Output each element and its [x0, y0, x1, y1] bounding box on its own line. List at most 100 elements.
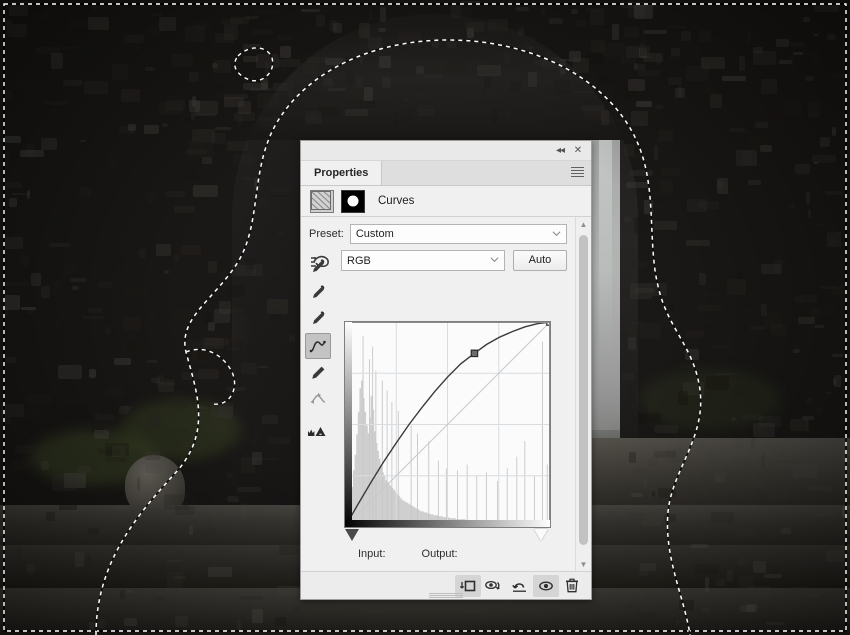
stone-texture-speckle	[252, 10, 275, 14]
stone-texture-speckle	[701, 56, 726, 69]
stone-texture-speckle	[699, 273, 706, 286]
stone-texture-speckle	[808, 486, 831, 491]
stone-texture-speckle	[748, 179, 762, 186]
collapse-panel-icon[interactable]: ◂◂	[553, 144, 567, 157]
stone-texture-speckle	[648, 458, 660, 466]
stone-texture-speckle	[157, 374, 165, 386]
stone-texture-speckle	[96, 618, 106, 629]
scroll-down-arrow-icon[interactable]: ▼	[576, 557, 591, 571]
stone-texture-speckle	[831, 73, 847, 80]
stone-texture-speckle	[802, 16, 811, 23]
toggle-layer-visibility-button[interactable]	[533, 574, 559, 597]
stone-texture-speckle	[286, 81, 293, 98]
stone-texture-speckle	[96, 485, 121, 497]
curves-graph[interactable]	[344, 321, 551, 528]
stone-texture-speckle	[794, 163, 811, 174]
stone-texture-speckle	[733, 438, 744, 448]
white-point-slider[interactable]	[534, 529, 548, 541]
panel-footer	[301, 571, 591, 599]
stone-texture-speckle	[26, 307, 34, 315]
close-icon[interactable]: ✕	[571, 144, 585, 157]
reset-adjustment-button[interactable]	[507, 575, 533, 597]
channel-select[interactable]: RGB	[341, 250, 505, 271]
adjustment-header: Curves	[301, 186, 591, 217]
auto-button[interactable]: Auto	[513, 250, 567, 271]
stone-texture-speckle	[825, 331, 838, 346]
stone-texture-speckle	[124, 35, 144, 44]
stone-texture-speckle	[755, 122, 768, 128]
panel-scrollbar[interactable]: ▲ ▼	[575, 217, 591, 571]
stone-texture-speckle	[95, 414, 116, 421]
scrollbar-thumb[interactable]	[579, 235, 588, 545]
stone-texture-speckle	[402, 98, 409, 102]
stone-texture-speckle	[273, 83, 287, 92]
stone-texture-speckle	[114, 357, 132, 365]
stone-texture-speckle	[174, 252, 179, 262]
stone-texture-speckle	[661, 167, 681, 176]
tab-properties[interactable]: Properties	[301, 161, 383, 185]
stone-texture-speckle	[788, 204, 795, 208]
stone-texture-speckle	[359, 55, 364, 64]
stone-texture-speckle	[678, 390, 689, 406]
eye-icon	[539, 581, 553, 590]
delete-adjustment-layer-button[interactable]	[559, 575, 585, 597]
panel-menu-icon[interactable]	[571, 167, 584, 178]
stone-texture-speckle	[345, 109, 369, 116]
stone-texture-speckle	[189, 72, 199, 83]
stone-texture-speckle	[9, 1, 29, 16]
stone-texture-speckle	[120, 88, 140, 103]
sample-gray-point-eyedropper[interactable]	[306, 281, 330, 305]
stone-texture-speckle	[667, 77, 682, 85]
stone-texture-speckle	[129, 509, 136, 521]
stone-texture-speckle	[59, 103, 70, 118]
curves-adjustment-thumbnail[interactable]	[310, 189, 334, 213]
stone-texture-speckle	[184, 116, 201, 123]
stone-texture-speckle	[207, 420, 227, 431]
stone-texture-speckle	[144, 125, 160, 135]
black-point-slider[interactable]	[345, 529, 359, 541]
stone-texture-speckle	[79, 187, 92, 197]
stone-texture-speckle	[654, 451, 676, 459]
stone-texture-speckle	[26, 394, 52, 404]
stone-texture-speckle	[48, 242, 70, 247]
stone-texture-speckle	[772, 566, 782, 573]
stone-texture-speckle	[631, 493, 643, 498]
scroll-up-arrow-icon[interactable]: ▲	[576, 217, 591, 231]
draw-curve-pencil-tool[interactable]	[306, 361, 330, 385]
stone-texture-speckle	[761, 303, 767, 317]
smooth-curve-tool[interactable]	[306, 387, 330, 411]
stone-texture-speckle	[542, 9, 546, 16]
stone-texture-speckle	[658, 130, 673, 142]
edit-points-curve-tool[interactable]	[305, 333, 331, 359]
stone-texture-speckle	[53, 279, 62, 295]
curves-display-options-toggle[interactable]	[306, 420, 330, 444]
chevron-down-icon	[490, 257, 499, 263]
input-label: Input:	[358, 548, 386, 560]
stone-texture-speckle	[597, 75, 614, 85]
stone-texture-speckle	[150, 13, 163, 17]
panel-resize-grip[interactable]	[429, 593, 463, 598]
stone-texture-speckle	[54, 319, 59, 328]
stone-texture-speckle	[14, 534, 21, 542]
preset-select[interactable]: Custom	[349, 224, 567, 244]
sample-black-point-eyedropper[interactable]	[306, 255, 330, 279]
stone-texture-speckle	[719, 606, 730, 609]
toggle-layer-visibility-previous-button[interactable]	[481, 575, 507, 597]
stone-texture-speckle	[188, 100, 200, 113]
stone-texture-speckle	[126, 589, 133, 594]
layer-mask-thumbnail[interactable]	[341, 189, 365, 213]
stone-texture-speckle	[506, 109, 511, 125]
stone-texture-speckle	[558, 11, 563, 21]
sample-white-point-eyedropper[interactable]	[306, 307, 330, 331]
stone-texture-speckle	[637, 569, 649, 576]
properties-panel[interactable]: ◂◂ ✕ Properties Curves Preset: Custom RG…	[300, 140, 592, 600]
stone-texture-speckle	[668, 25, 686, 29]
stone-texture-speckle	[41, 138, 57, 150]
stone-texture-speckle	[600, 109, 610, 126]
stone-texture-speckle	[73, 229, 77, 239]
stone-texture-speckle	[813, 325, 824, 328]
stone-texture-speckle	[747, 586, 772, 597]
stone-texture-speckle	[172, 396, 189, 409]
stone-texture-speckle	[643, 30, 668, 35]
stone-texture-speckle	[814, 34, 818, 37]
